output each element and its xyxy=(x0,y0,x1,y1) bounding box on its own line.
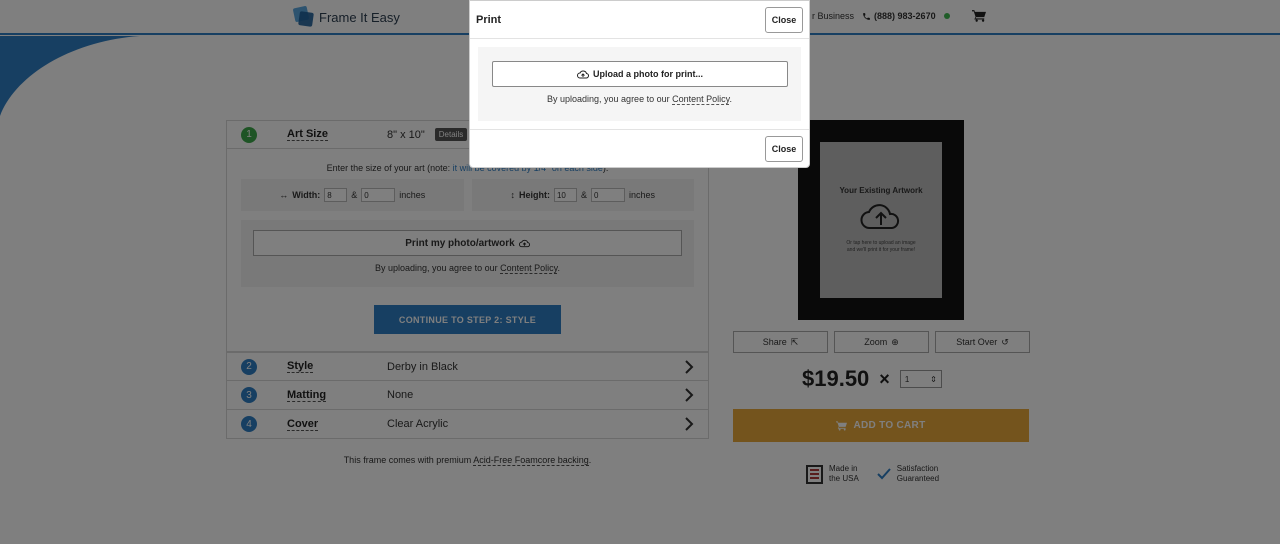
modal-agree-text: By uploading, you agree to our xyxy=(547,94,673,104)
close-button-bottom[interactable]: Close xyxy=(765,136,803,162)
modal-content-policy-note: By uploading, you agree to our Content P… xyxy=(492,94,787,105)
close-button-top[interactable]: Close xyxy=(765,6,803,33)
modal-agree-suffix: . xyxy=(729,94,732,104)
upload-photo-button[interactable]: Upload a photo for print... xyxy=(492,61,788,87)
modal-title: Print xyxy=(476,13,502,26)
print-modal: Print Close Upload a photo for print... … xyxy=(469,0,810,168)
modal-content-policy-link[interactable]: Content Policy xyxy=(672,94,730,105)
upload-photo-label: Upload a photo for print... xyxy=(593,69,703,79)
modal-footer: Close xyxy=(470,130,809,168)
cloud-upload-icon xyxy=(577,70,589,78)
modal-upload-area: Upload a photo for print... By uploading… xyxy=(478,47,801,121)
modal-header: Print Close xyxy=(470,1,809,39)
modal-body: Upload a photo for print... By uploading… xyxy=(470,39,809,130)
